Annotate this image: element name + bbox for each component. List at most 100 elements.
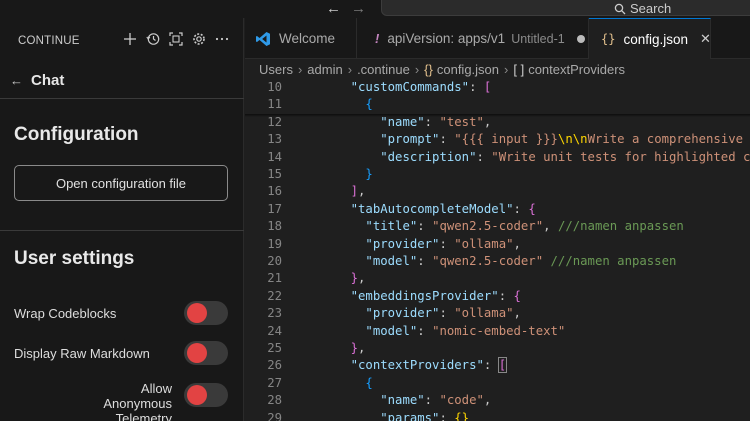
breadcrumb-item[interactable]: contextProviders	[528, 62, 625, 77]
code-line[interactable]: 13 "prompt": "{{{ input }}}\n\nWrite a c…	[245, 131, 750, 148]
code-token: ,	[358, 341, 366, 355]
chat-back-icon[interactable]: ←	[10, 73, 23, 88]
code-line[interactable]: 17 "tabAutocompleteModel": {	[245, 201, 750, 218]
code-line[interactable]: 21 },	[245, 270, 750, 287]
code-line[interactable]: 16 ],	[245, 183, 750, 200]
telemetry-label-line1: Allow Anonymous	[103, 381, 172, 411]
tab-label: config.json	[623, 31, 688, 47]
close-tab-icon[interactable]: ✕	[700, 31, 711, 47]
more-icon[interactable]	[214, 31, 229, 46]
chevron-right-icon: ›	[297, 61, 303, 77]
code-token: ,	[483, 393, 492, 408]
tab-welcome[interactable]: Welcome	[245, 18, 357, 59]
fullscreen-icon[interactable]	[168, 31, 183, 46]
code-line[interactable]: 24 "model": "nomic-embed-text"	[245, 323, 750, 340]
code-token: ///namen anpassen	[550, 254, 677, 268]
code-token: :	[476, 149, 492, 164]
sticky-scroll-shadow	[245, 114, 750, 117]
code-text: }	[321, 166, 373, 183]
tab-config-json[interactable]: {} config.json ✕	[589, 18, 711, 59]
line-number: 11	[267, 97, 282, 112]
chevron-right-icon: ›	[504, 61, 509, 77]
breadcrumb-item[interactable]: Users	[259, 62, 293, 77]
code-line[interactable]: 18 "title": "qwen2.5-coder", ///namen an…	[245, 218, 750, 235]
wrap-codeblocks-label: Wrap Codeblocks	[14, 306, 117, 321]
code-token: [	[497, 357, 508, 374]
code-token: "model"	[365, 254, 418, 268]
code-token: :	[513, 201, 529, 216]
gear-icon[interactable]	[191, 31, 206, 46]
code-text: },	[321, 270, 366, 287]
code-token: "{{{ input }}}	[454, 132, 558, 147]
code-line[interactable]: 25 },	[245, 340, 750, 357]
code-token: :	[417, 254, 433, 268]
code-token: ,	[358, 184, 366, 199]
code-line[interactable]: 11 {	[245, 96, 750, 113]
code-line[interactable]: 20 "model": "qwen2.5-coder" ///namen anp…	[245, 253, 750, 270]
code-token: "tabAutocompleteModel"	[350, 201, 514, 216]
code-line[interactable]: 10 "customCommands": [	[245, 79, 750, 96]
breadcrumb-item[interactable]: .continue	[357, 62, 410, 77]
code-token: }	[365, 167, 373, 181]
code-line[interactable]: 14 "description": "Write unit tests for …	[245, 149, 750, 166]
code-token: {	[365, 375, 373, 390]
code-token: "provider"	[365, 306, 440, 321]
code-line[interactable]: 27 {	[245, 375, 750, 392]
code-text: "params": {}	[321, 410, 469, 421]
line-number: 13	[267, 132, 282, 147]
line-number: 10	[267, 80, 282, 94]
command-center-search[interactable]: Search	[381, 0, 750, 16]
back-arrow-icon[interactable]: ←	[326, 1, 341, 16]
chevron-right-icon: ›	[414, 61, 420, 77]
tab-apiversion[interactable]: ! apiVersion: apps/v1 Untitled-1	[357, 18, 589, 59]
code-token: ///namen anpassen	[557, 219, 684, 234]
code-token: :	[498, 288, 514, 303]
history-icon[interactable]	[145, 31, 160, 46]
line-number: 29	[267, 410, 282, 421]
telemetry-label-line2: Telemetry	[115, 411, 172, 421]
display-raw-markdown-toggle[interactable]	[184, 341, 228, 365]
code-line[interactable]: 23 "provider": "ollama",	[245, 305, 750, 322]
code-text: "prompt": "{{{ input }}}\n\nWrite a comp…	[321, 131, 750, 148]
exclamation-icon: !	[375, 31, 380, 46]
forward-arrow-icon[interactable]: →	[351, 1, 366, 16]
allow-anonymous-telemetry-toggle[interactable]	[184, 383, 228, 407]
code-line[interactable]: 28 "name": "code",	[245, 392, 750, 409]
breadcrumb-item[interactable]: admin	[307, 62, 342, 77]
code-editor[interactable]: 10 "customCommands": [11 {12 "name": "te…	[245, 79, 750, 421]
code-token: "embeddingsProvider"	[350, 288, 499, 303]
code-token: "prompt"	[380, 132, 440, 147]
line-number: 28	[267, 393, 282, 408]
code-text: {	[321, 96, 372, 113]
code-token: :	[469, 80, 484, 94]
open-config-button[interactable]: Open configuration file	[14, 165, 228, 201]
code-line[interactable]: 29 "params": {}	[245, 410, 750, 421]
plus-icon[interactable]	[122, 31, 137, 46]
line-number: 14	[267, 149, 282, 164]
code-token: :	[483, 358, 499, 373]
code-token: ,	[513, 306, 521, 321]
line-number: 25	[267, 341, 282, 355]
code-token: "title"	[365, 219, 418, 234]
code-line[interactable]: 19 "provider": "ollama",	[245, 236, 750, 253]
line-number: 27	[267, 375, 282, 390]
breadcrumb-item[interactable]: config.json	[437, 62, 499, 77]
wrap-codeblocks-toggle[interactable]	[184, 301, 228, 325]
code-token: "nomic-embed-text"	[432, 323, 566, 338]
vscode-icon	[256, 31, 270, 46]
code-line[interactable]: 22 "embeddingsProvider": {	[245, 288, 750, 305]
code-text: "model": "nomic-embed-text"	[321, 323, 565, 340]
unsaved-dot-icon[interactable]	[576, 34, 585, 43]
section-divider	[0, 230, 244, 231]
code-line[interactable]: 15 }	[245, 166, 750, 183]
code-line[interactable]: 26 "contextProviders": [	[245, 357, 750, 374]
code-token: "model"	[365, 323, 418, 338]
